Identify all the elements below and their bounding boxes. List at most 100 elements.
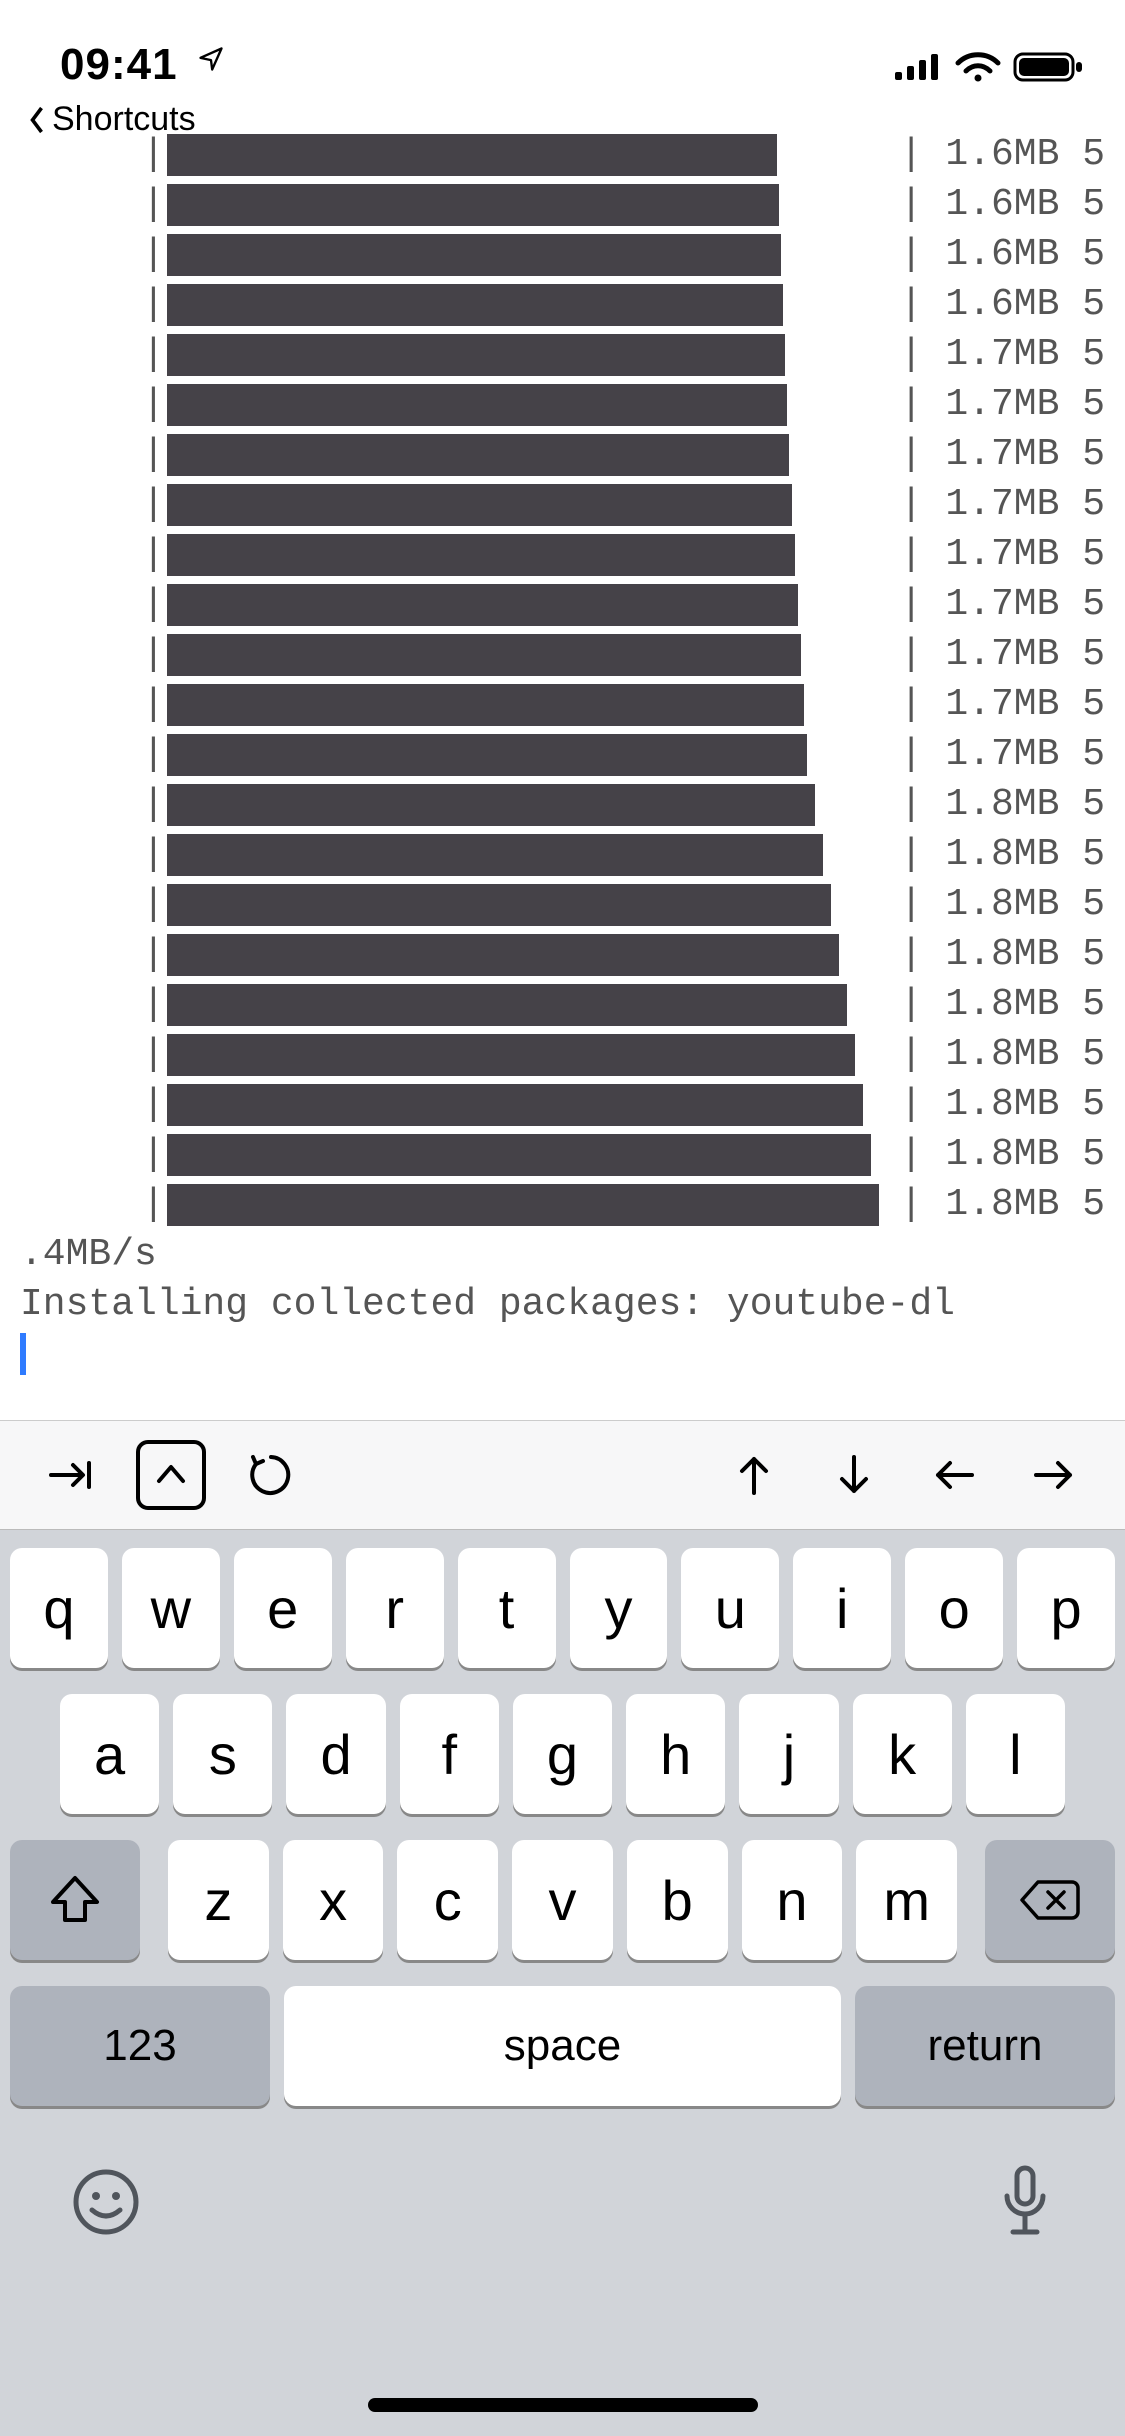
progress-pipe-left: | xyxy=(140,430,167,480)
backspace-key[interactable] xyxy=(985,1840,1115,1960)
keyboard-row-1: qwertyuiop xyxy=(10,1548,1115,1668)
back-to-app[interactable]: Shortcuts xyxy=(26,100,196,139)
progress-bar-fill xyxy=(167,534,795,576)
emoji-button[interactable] xyxy=(70,2166,142,2238)
progress-speed: | 1.8MB 5 xyxy=(890,1180,1105,1230)
progress-row: || 1.8MB 5 xyxy=(20,1080,1105,1130)
progress-row: | | 1.7MB 5 xyxy=(20,380,1105,430)
wifi-icon xyxy=(955,51,1001,83)
keyboard-row-3: zxcvbnm xyxy=(10,1840,1115,1960)
key-v[interactable]: v xyxy=(512,1840,613,1960)
arrow-right-button[interactable] xyxy=(1019,1440,1089,1510)
progress-pipe-left: | xyxy=(140,1130,167,1180)
key-r[interactable]: r xyxy=(346,1548,444,1668)
key-x[interactable]: x xyxy=(283,1840,384,1960)
terminal-line-speed: .4MB/s xyxy=(20,1230,1105,1280)
key-d[interactable]: d xyxy=(286,1694,385,1814)
progress-bar-fill xyxy=(167,634,801,676)
key-g[interactable]: g xyxy=(513,1694,612,1814)
progress-speed: | 1.8MB 5 xyxy=(890,1030,1105,1080)
progress-pipe-left: | xyxy=(140,280,167,330)
progress-speed: | 1.7MB 5 xyxy=(890,530,1105,580)
key-t[interactable]: t xyxy=(458,1548,556,1668)
progress-pipe-left: | xyxy=(140,1180,167,1230)
arrow-left-button[interactable] xyxy=(919,1440,989,1510)
caret-up-icon xyxy=(153,1461,189,1489)
progress-bar-fill xyxy=(167,234,781,276)
progress-speed: | 1.7MB 5 xyxy=(890,380,1105,430)
key-h[interactable]: h xyxy=(626,1694,725,1814)
key-m[interactable]: m xyxy=(856,1840,957,1960)
key-e[interactable]: e xyxy=(234,1548,332,1668)
numbers-key[interactable]: 123 xyxy=(10,1986,270,2106)
progress-bar-fill xyxy=(167,584,798,626)
progress-bar-fill xyxy=(167,884,831,926)
keyboard-row-4: 123 space return xyxy=(10,1986,1115,2106)
space-key[interactable]: space xyxy=(284,1986,841,2106)
key-z[interactable]: z xyxy=(168,1840,269,1960)
backspace-icon xyxy=(1018,1876,1082,1924)
key-s[interactable]: s xyxy=(173,1694,272,1814)
microphone-icon xyxy=(995,2162,1055,2242)
keyboard-accessory-bar xyxy=(0,1420,1125,1530)
progress-bar-fill xyxy=(167,734,807,776)
arrow-down-button[interactable] xyxy=(819,1440,889,1510)
progress-pipe-left: | xyxy=(140,680,167,730)
key-q[interactable]: q xyxy=(10,1548,108,1668)
progress-bar-fill xyxy=(167,384,787,426)
progress-bar-fill xyxy=(167,134,777,176)
history-button[interactable] xyxy=(236,1440,306,1510)
progress-row: | | 1.7MB 5 xyxy=(20,580,1105,630)
shift-key[interactable] xyxy=(10,1840,140,1960)
progress-speed: | 1.7MB 5 xyxy=(890,580,1105,630)
arrow-up-button[interactable] xyxy=(719,1440,789,1510)
progress-bar-fill xyxy=(167,684,804,726)
progress-bar-fill xyxy=(167,1034,855,1076)
progress-pipe-left: | xyxy=(140,780,167,830)
key-j[interactable]: j xyxy=(739,1694,838,1814)
key-n[interactable]: n xyxy=(742,1840,843,1960)
progress-pipe-left: | xyxy=(140,630,167,680)
key-c[interactable]: c xyxy=(397,1840,498,1960)
dictation-button[interactable] xyxy=(995,2162,1055,2242)
key-i[interactable]: i xyxy=(793,1548,891,1668)
progress-speed: | 1.8MB 5 xyxy=(890,980,1105,1030)
status-right xyxy=(893,50,1085,84)
location-icon xyxy=(197,45,225,73)
progress-row: || 1.8MB 5 xyxy=(20,1130,1105,1180)
key-f[interactable]: f xyxy=(400,1694,499,1814)
progress-pipe-left: | xyxy=(140,580,167,630)
battery-icon xyxy=(1013,50,1085,84)
progress-speed: | 1.6MB 5 xyxy=(890,180,1105,230)
ctrl-key-button[interactable] xyxy=(136,1440,206,1510)
progress-speed: | 1.7MB 5 xyxy=(890,680,1105,730)
key-w[interactable]: w xyxy=(122,1548,220,1668)
key-y[interactable]: y xyxy=(570,1548,668,1668)
key-l[interactable]: l xyxy=(966,1694,1065,1814)
key-o[interactable]: o xyxy=(905,1548,1003,1668)
tab-key-button[interactable] xyxy=(36,1440,106,1510)
status-bar: 09:41 Shortcuts xyxy=(0,0,1125,130)
key-k[interactable]: k xyxy=(853,1694,952,1814)
progress-bar-fill xyxy=(167,434,789,476)
progress-speed: | 1.8MB 5 xyxy=(890,880,1105,930)
key-p[interactable]: p xyxy=(1017,1548,1115,1668)
keyboard-bottom-row xyxy=(10,2132,1115,2242)
terminal-line-install: Installing collected packages: youtube-d… xyxy=(20,1280,1105,1330)
progress-bar-fill xyxy=(167,284,783,326)
key-u[interactable]: u xyxy=(681,1548,779,1668)
progress-bar-fill xyxy=(167,1134,871,1176)
key-a[interactable]: a xyxy=(60,1694,159,1814)
history-icon xyxy=(245,1449,297,1501)
key-b[interactable]: b xyxy=(627,1840,728,1960)
return-key[interactable]: return xyxy=(855,1986,1115,2106)
status-time: 09:41 xyxy=(60,40,225,90)
progress-speed: | 1.7MB 5 xyxy=(890,330,1105,380)
progress-pipe-left: | xyxy=(140,380,167,430)
terminal-output[interactable]: || 1.6MB 5|| 1.6MB 5|| 1.6MB 5|| 1.6MB 5… xyxy=(0,130,1125,1380)
progress-speed: | 1.8MB 5 xyxy=(890,1080,1105,1130)
home-indicator[interactable] xyxy=(368,2398,758,2412)
progress-pipe-left: | xyxy=(140,980,167,1030)
emoji-icon xyxy=(70,2166,142,2238)
progress-row: || 1.8MB 5 xyxy=(20,830,1105,880)
